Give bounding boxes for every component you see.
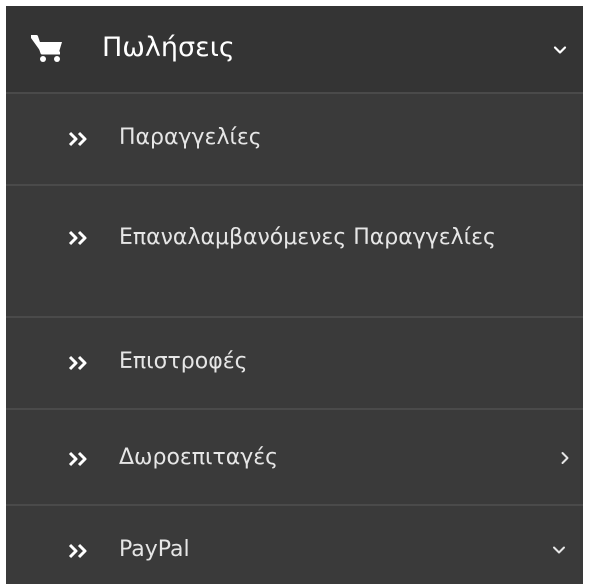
sidebar-item-gift-vouchers[interactable]: Δωροεπιταγές <box>6 410 583 506</box>
chevron-down-icon <box>553 42 567 56</box>
sidebar-item-label: Επιστροφές <box>119 349 248 374</box>
menu-section-sales[interactable]: Πωλήσεις <box>6 6 583 94</box>
sidebar-item-label: PayPal <box>119 537 190 562</box>
sidebar-item-label: Παραγγελίες <box>119 125 262 150</box>
sidebar-item-recurring-orders[interactable]: Επαναλαμβανόμενες Παραγγελίες <box>6 186 583 318</box>
sidebar-item-paypal[interactable]: PayPal <box>6 506 583 584</box>
chevron-right-icon <box>558 450 572 464</box>
shopping-cart-icon <box>30 35 64 63</box>
double-chevron-right-icon <box>68 543 90 559</box>
chevron-down-icon <box>552 542 566 556</box>
sidebar-menu: Πωλήσεις Παραγγελίες Επαναλαμβανόμενες Π… <box>6 6 583 584</box>
sidebar-item-label: Δωροεπιταγές <box>119 445 279 470</box>
sidebar-item-orders[interactable]: Παραγγελίες <box>6 94 583 186</box>
sidebar-item-returns[interactable]: Επιστροφές <box>6 318 583 410</box>
double-chevron-right-icon <box>68 355 90 371</box>
double-chevron-right-icon <box>68 131 90 147</box>
menu-section-label: Πωλήσεις <box>102 32 235 63</box>
double-chevron-right-icon <box>68 451 90 467</box>
sidebar-item-label: Επαναλαμβανόμενες Παραγγελίες <box>119 225 496 250</box>
